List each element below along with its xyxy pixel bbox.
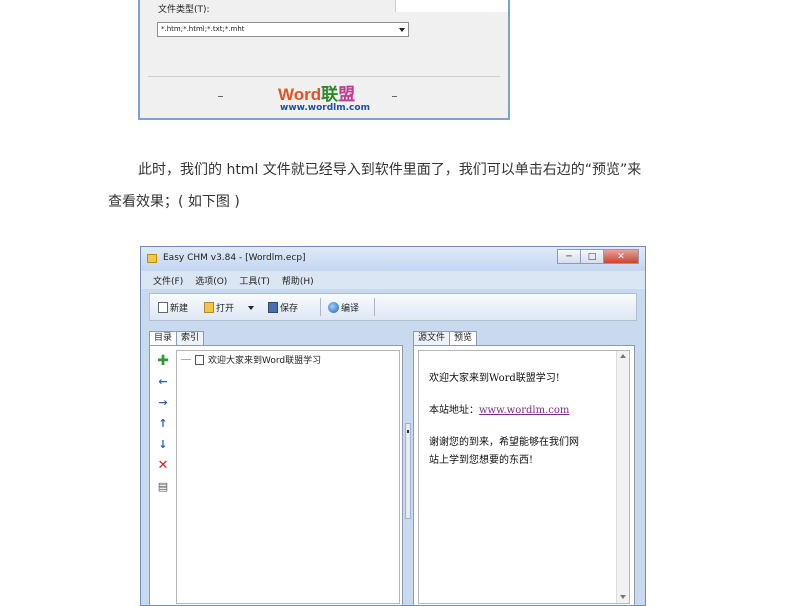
help-page-icon (195, 354, 204, 365)
menu-bar: 文件(F) 选项(O) 工具(T) 帮助(H) (141, 271, 645, 289)
preview-panel: 欢迎大家来到Word联盟学习! 本站地址：www.wordlm.com 谢谢您的… (413, 345, 635, 605)
preview-scrollbar[interactable] (616, 351, 629, 603)
panel-splitter[interactable] (405, 423, 411, 519)
tab-contents[interactable]: 目录 (149, 331, 178, 346)
window-controls: ─ □ ✕ (557, 249, 639, 265)
scroll-up-icon[interactable] (620, 354, 626, 358)
arrow-up-icon[interactable]: ↑ (154, 413, 172, 434)
menu-file[interactable]: 文件(F) (153, 274, 183, 287)
tab-source[interactable]: 源文件 (413, 331, 451, 345)
open-button-label: 打开 (216, 304, 235, 314)
file-type-value: *.htm;*.html;*.txt;*.mht (161, 25, 245, 33)
dialog-button-stub (392, 96, 397, 97)
contents-panel: ✚ ← → ↑ ↓ ✕ ▤ 欢迎大家来到Word联盟学习 (149, 345, 403, 605)
arrow-right-icon[interactable]: → (154, 392, 172, 413)
side-toolbar: ✚ ← → ↑ ↓ ✕ ▤ (154, 350, 172, 497)
preview-line-1: 欢迎大家来到Word联盟学习! (429, 373, 560, 384)
toolbar-separator (374, 298, 375, 316)
splitter-grip-icon (407, 430, 409, 433)
save-button-label: 保存 (280, 304, 299, 314)
right-tabs: 源文件 预览 (413, 331, 478, 346)
compile-button[interactable]: 编译 (328, 301, 359, 314)
new-button-label: 新建 (170, 304, 189, 314)
tab-preview[interactable]: 预览 (449, 331, 478, 346)
close-button[interactable]: ✕ (603, 249, 639, 264)
dialog-separator (148, 76, 500, 77)
toolbar-separator (320, 298, 321, 316)
open-dropdown-chevron-down-icon[interactable] (248, 305, 255, 310)
save-button[interactable]: 保存 (268, 301, 298, 314)
watermark-url: www.wordlm.com (280, 103, 370, 113)
preview-line-4: 站上学到您想要的东西! (429, 455, 534, 466)
app-folder-icon (147, 254, 157, 263)
dialog-edge (395, 0, 508, 12)
arrow-left-icon[interactable]: ← (154, 371, 172, 392)
file-type-label: 文件类型(T): (158, 5, 210, 15)
open-button[interactable]: 打开 (204, 301, 255, 314)
minimize-button[interactable]: ─ (557, 249, 581, 264)
easy-chm-window: Easy CHM v3.84 - [Wordlm.ecp] ─ □ ✕ 文件(F… (140, 246, 646, 606)
title-bar[interactable]: Easy CHM v3.84 - [Wordlm.ecp] ─ □ ✕ (141, 247, 645, 271)
compile-globe-icon (328, 302, 339, 313)
add-plus-icon[interactable]: ✚ (154, 350, 172, 371)
file-type-select[interactable]: *.htm;*.html;*.txt;*.mht (157, 22, 409, 37)
paragraph-line-1: 此时，我们的 html 文件就已经导入到软件里面了，我们可以单击右边的“预览”来 (138, 162, 642, 178)
chevron-down-icon (399, 28, 405, 32)
watermark-logo: Word联盟 www.wordlm.com (278, 85, 370, 113)
scroll-down-icon[interactable] (620, 595, 626, 599)
watermark-logo-text: Word联盟 (278, 85, 356, 104)
menu-tools[interactable]: 工具(T) (239, 274, 270, 287)
tab-index[interactable]: 索引 (176, 331, 205, 345)
preview-address-label: 本站地址： (429, 405, 479, 416)
save-disk-icon (268, 302, 278, 313)
preview-line-3: 谢谢您的到来，希望能够在我们网 (429, 437, 579, 448)
menu-help[interactable]: 帮助(H) (282, 274, 314, 287)
folder-open-icon (204, 302, 214, 313)
tree-item[interactable]: 欢迎大家来到Word联盟学习 (181, 353, 321, 366)
menu-options[interactable]: 选项(O) (195, 274, 227, 287)
preview-site-link[interactable]: www.wordlm.com (479, 405, 569, 416)
contents-tree[interactable]: 欢迎大家来到Word联盟学习 (176, 350, 400, 604)
toolbar: 新建 打开 保存 编译 (149, 293, 637, 321)
arrow-down-icon[interactable]: ↓ (154, 434, 172, 455)
new-button[interactable]: 新建 (158, 301, 188, 314)
new-file-icon (158, 302, 168, 313)
tree-connector (181, 359, 191, 360)
dialog-button-stub (218, 96, 223, 97)
maximize-button[interactable]: □ (580, 249, 604, 264)
left-tabs: 目录 索引 (149, 331, 205, 346)
properties-icon[interactable]: ▤ (154, 476, 172, 497)
preview-line-2: 本站地址：www.wordlm.com (429, 401, 569, 416)
compile-button-label: 编译 (341, 304, 360, 314)
preview-pane: 欢迎大家来到Word联盟学习! 本站地址：www.wordlm.com 谢谢您的… (418, 350, 630, 604)
delete-x-icon[interactable]: ✕ (154, 455, 172, 476)
tree-item-label: 欢迎大家来到Word联盟学习 (208, 356, 322, 366)
window-title: Easy CHM v3.84 - [Wordlm.ecp] (163, 253, 306, 263)
paragraph-line-2: 查看效果；( 如下图 ) (108, 194, 240, 210)
